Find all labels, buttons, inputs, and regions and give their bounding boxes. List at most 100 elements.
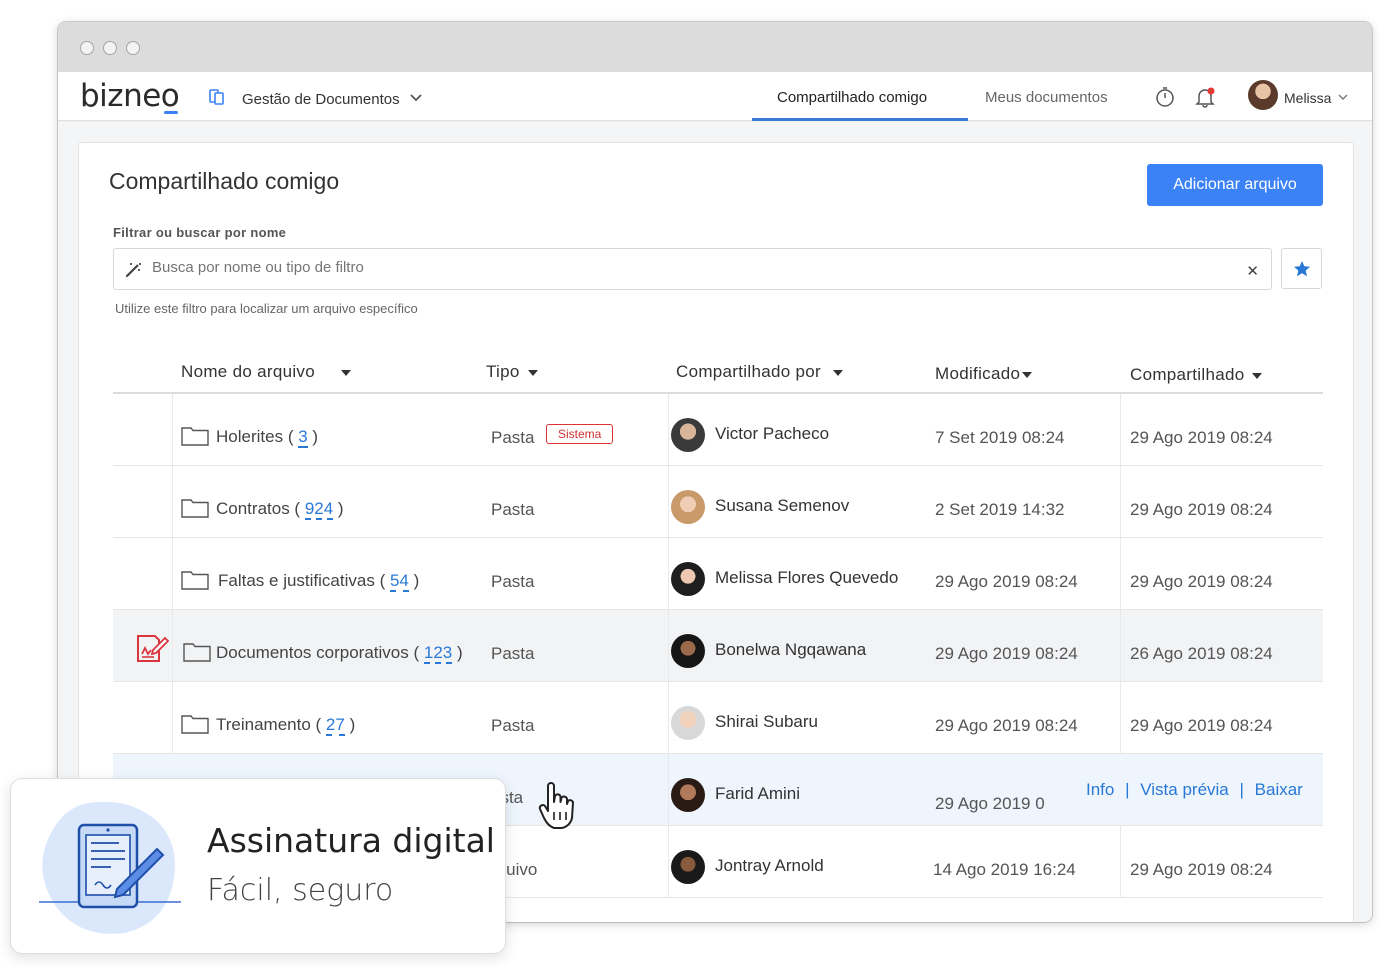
column-header-label: Nome do arquivo (181, 362, 315, 381)
avatar (671, 490, 705, 524)
magic-wand-icon (125, 263, 141, 278)
column-header-label: Tipo (486, 362, 520, 381)
table-row[interactable]: Holerites ( 3 ) Pasta Sistema Victor Pac… (113, 394, 1323, 466)
documents-module-icon (209, 89, 224, 105)
column-divider (668, 394, 669, 465)
avatar (671, 562, 705, 596)
folder-icon (183, 643, 211, 662)
star-icon (1294, 261, 1310, 277)
window-maximize-dot[interactable] (126, 41, 140, 55)
column-divider (172, 610, 173, 681)
column-divider (668, 754, 669, 825)
user-avatar[interactable] (1248, 80, 1278, 110)
shared-date: 29 Ago 2019 08:24 (1130, 572, 1273, 591)
modified-date: 29 Ago 2019 08:24 (935, 572, 1078, 591)
column-divider (1120, 682, 1121, 753)
shared-by: Melissa Flores Quevedo (715, 568, 899, 587)
table-row[interactable]: Documentos corporativos ( 123 ) Pasta Bo… (113, 610, 1323, 682)
window-titlebar (58, 22, 1372, 72)
close-icon[interactable]: ✕ (1246, 262, 1259, 280)
shared-by: Farid Amini (715, 784, 801, 803)
tab-shared-with-me[interactable]: Compartilhado comigo (777, 89, 927, 106)
action-separator: | (1239, 780, 1244, 799)
column-header-shared[interactable]: Compartilhado (1130, 365, 1263, 385)
bell-icon[interactable] (1194, 86, 1216, 108)
file-count[interactable]: 27 (325, 715, 345, 736)
column-divider (1120, 394, 1121, 465)
promo-subtitle: Fácil, seguro (207, 873, 394, 908)
modified-date: 2 Set 2019 14:32 (935, 500, 1065, 519)
file-name[interactable]: Contratos ( 924 ) (216, 499, 344, 520)
file-name-label: Documentos corporativos (216, 643, 409, 662)
favorite-filter-button[interactable] (1281, 248, 1322, 289)
column-header-name[interactable]: Nome do arquivo (181, 362, 351, 382)
add-file-button[interactable]: Adicionar arquivo (1147, 164, 1323, 206)
bizneo-logo[interactable]: bizneo (80, 78, 180, 114)
shared-by: Victor Pacheco (715, 424, 830, 443)
folder-icon (181, 571, 209, 590)
preview-link[interactable]: Vista prévia (1140, 780, 1229, 799)
column-divider (668, 826, 669, 897)
file-type: Pasta (491, 716, 535, 735)
chevron-down-icon[interactable] (1338, 92, 1348, 102)
file-name-label: Contratos (216, 499, 290, 518)
user-name[interactable]: Melissa (1284, 90, 1331, 106)
column-header-label: Compartilhado por (676, 362, 821, 381)
window-minimize-dot[interactable] (103, 41, 117, 55)
avatar (671, 850, 705, 884)
module-selector[interactable]: Gestão de Documentos (242, 91, 400, 108)
file-count[interactable]: 123 (423, 643, 453, 664)
column-divider (668, 466, 669, 537)
modified-date: 14 Ago 2019 16:24 (933, 860, 1076, 879)
modified-date: 29 Ago 2019 08:24 (935, 716, 1078, 735)
column-header-type[interactable]: Tipo (486, 362, 538, 382)
column-divider (1120, 826, 1121, 897)
file-name-label: Treinamento (216, 715, 311, 734)
info-link[interactable]: Info (1086, 780, 1114, 799)
sort-caret-icon (1252, 372, 1263, 379)
shared-date: 29 Ago 2019 08:24 (1130, 428, 1273, 447)
tab-my-documents[interactable]: Meus documentos (985, 89, 1108, 106)
search-box[interactable]: ✕ (113, 248, 1272, 290)
promo-title: Assinatura digital (207, 821, 495, 860)
table-row[interactable]: Faltas e justificativas ( 54 ) Pasta Mel… (113, 538, 1323, 610)
file-type: Pasta (491, 428, 535, 447)
file-name[interactable]: Faltas e justificativas ( 54 ) (218, 571, 419, 592)
search-input[interactable] (152, 259, 1212, 276)
shared-date: 29 Ago 2019 08:24 (1130, 716, 1273, 735)
column-divider (172, 394, 173, 465)
file-count[interactable]: 3 (298, 427, 308, 448)
sort-caret-icon (527, 369, 538, 376)
table-row[interactable]: Treinamento ( 27 ) Pasta Shirai Subaru 2… (113, 682, 1323, 754)
file-name[interactable]: Documentos corporativos ( 123 ) (216, 643, 463, 664)
file-name[interactable]: Holerites ( 3 ) (216, 427, 318, 448)
window-close-dot[interactable] (80, 41, 94, 55)
digital-signature-icon[interactable] (135, 632, 169, 664)
modified-date: 7 Set 2019 08:24 (935, 428, 1065, 447)
column-divider (1120, 466, 1121, 537)
timer-icon[interactable] (1154, 86, 1176, 108)
column-divider (172, 466, 173, 537)
table-row[interactable]: Contratos ( 924 ) Pasta Susana Semenov 2… (113, 466, 1323, 538)
row-actions: Info | Vista prévia | Baixar (1086, 780, 1303, 800)
download-link[interactable]: Baixar (1255, 780, 1303, 799)
file-name[interactable]: Treinamento ( 27 ) (216, 715, 355, 736)
file-count[interactable]: 924 (304, 499, 334, 520)
folder-icon (181, 499, 209, 518)
shared-date: 26 Ago 2019 08:24 (1130, 644, 1273, 663)
column-header-modified[interactable]: Modificado (935, 364, 1033, 384)
column-divider (668, 610, 669, 681)
column-divider (172, 538, 173, 609)
sort-caret-icon (340, 369, 351, 376)
avatar (671, 418, 705, 452)
column-header-shared-by[interactable]: Compartilhado por (676, 362, 843, 382)
action-separator: | (1125, 780, 1130, 799)
filter-help-text: Utilize este filtro para localizar um ar… (115, 301, 418, 316)
column-header-label: Compartilhado (1130, 365, 1245, 384)
file-count[interactable]: 54 (389, 571, 409, 592)
column-divider (668, 538, 669, 609)
column-divider (1120, 610, 1121, 681)
shared-by: Bonelwa Ngqawana (715, 640, 867, 659)
chevron-down-icon[interactable] (410, 92, 422, 104)
column-divider (172, 682, 173, 753)
